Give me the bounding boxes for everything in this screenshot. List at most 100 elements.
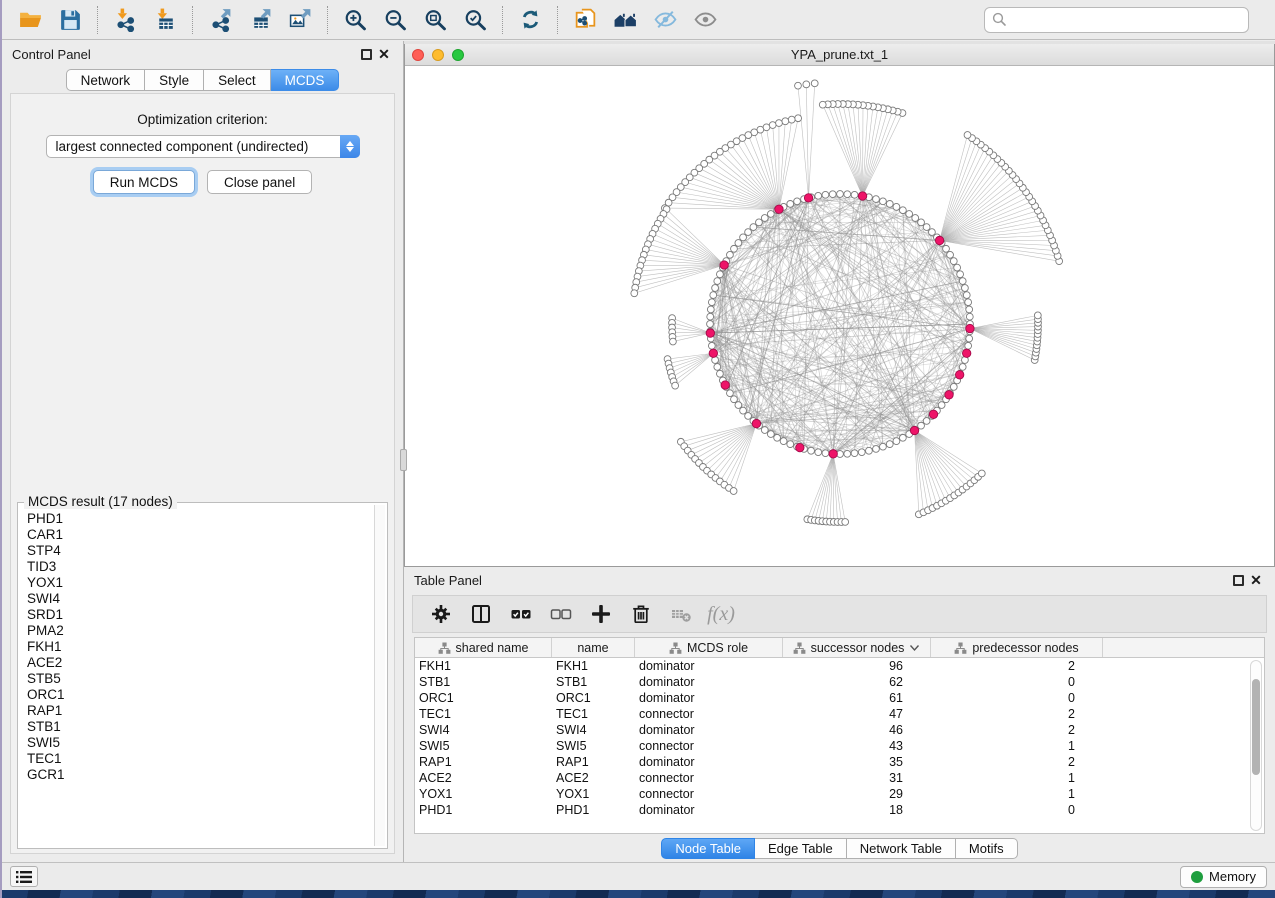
mcds-result-item[interactable]: CAR1 [20, 527, 373, 543]
zoom-in-button[interactable] [335, 4, 375, 36]
network-graph[interactable] [405, 66, 1274, 565]
destroy-table-button [663, 598, 699, 630]
select-all-button[interactable] [503, 598, 539, 630]
table-toolbar: f(x) [412, 595, 1267, 633]
delete-column-icon [629, 602, 653, 626]
network-window-title: YPA_prune.txt_1 [405, 47, 1274, 62]
mcds-result-item[interactable]: YOX1 [20, 575, 373, 591]
clone-network-button[interactable] [565, 4, 605, 36]
search-box[interactable] [984, 7, 1249, 33]
table-row[interactable]: STB1STB1dominator620 [415, 674, 1264, 690]
import-network-button[interactable] [105, 4, 145, 36]
table-row[interactable]: ORC1ORC1dominator610 [415, 690, 1264, 706]
memory-button[interactable]: Memory [1180, 866, 1267, 888]
mcds-result-item[interactable]: ORC1 [20, 687, 373, 703]
mcds-result-item[interactable]: ACE2 [20, 655, 373, 671]
import-table-button[interactable] [145, 4, 185, 36]
mcds-result-item[interactable]: FKH1 [20, 639, 373, 655]
table-cell: FKH1 [415, 659, 552, 673]
export-network-icon [208, 7, 233, 32]
sort-descending-icon [909, 644, 920, 652]
table-row[interactable]: ACE2ACE2connector311 [415, 770, 1264, 786]
column-header-name[interactable]: name [552, 638, 635, 657]
result-list-scrollbar[interactable] [374, 505, 385, 846]
column-header-successor-nodes[interactable]: successor nodes [783, 638, 931, 657]
show-all-button[interactable] [685, 4, 725, 36]
export-table-button[interactable] [240, 4, 280, 36]
delete-column-button[interactable] [623, 598, 659, 630]
mcds-result-item[interactable]: TEC1 [20, 751, 373, 767]
close-panel-button[interactable]: ✕ [375, 45, 393, 63]
table-cell: SWI5 [552, 739, 635, 753]
table-row[interactable]: SWI4SWI4dominator462 [415, 722, 1264, 738]
first-neighbors-button[interactable] [605, 4, 645, 36]
table-cell: ACE2 [415, 771, 552, 785]
select-all-icon [509, 602, 533, 626]
table-row[interactable]: RAP1RAP1dominator352 [415, 754, 1264, 770]
table-cell: RAP1 [552, 755, 635, 769]
mcds-result-item[interactable]: RAP1 [20, 703, 373, 719]
network-canvas[interactable] [405, 66, 1274, 566]
mcds-result-item[interactable]: STB1 [20, 719, 373, 735]
function-builder-button: f(x) [703, 598, 739, 630]
mcds-result-title: MCDS result (17 nodes) [24, 494, 177, 509]
float-table-panel-button[interactable] [1229, 571, 1247, 589]
table-cell: SWI4 [552, 723, 635, 737]
dropdown-value: largest connected component (undirected) [47, 139, 340, 154]
mcds-result-item[interactable]: SWI5 [20, 735, 373, 751]
tab-network[interactable]: Network [66, 69, 146, 91]
tab-style[interactable]: Style [145, 69, 204, 91]
toolbar-icons [10, 4, 725, 36]
mcds-result-item[interactable]: STB5 [20, 671, 373, 687]
table-row[interactable]: YOX1YOX1connector291 [415, 786, 1264, 802]
mcds-result-box: MCDS result (17 nodes) PHD1CAR1STP4TID3Y… [17, 502, 388, 849]
tab-mcds[interactable]: MCDS [271, 69, 340, 91]
refresh-view-button[interactable] [510, 4, 550, 36]
close-panel-button-mcds[interactable]: Close panel [207, 170, 312, 194]
column-header-shared-name[interactable]: shared name [415, 638, 552, 657]
mcds-result-item[interactable]: TID3 [20, 559, 373, 575]
tab-edge-table[interactable]: Edge Table [755, 838, 847, 859]
open-file-button[interactable] [10, 4, 50, 36]
zoom-out-button[interactable] [375, 4, 415, 36]
add-column-button[interactable] [583, 598, 619, 630]
save-session-icon [58, 7, 83, 32]
column-header-MCDS-role[interactable]: MCDS role [635, 638, 783, 657]
task-history-button[interactable] [10, 866, 38, 887]
save-session-button[interactable] [50, 4, 90, 36]
mcds-result-item[interactable]: STP4 [20, 543, 373, 559]
tab-select[interactable]: Select [204, 69, 271, 91]
table-row[interactable]: FKH1FKH1dominator962 [415, 658, 1264, 674]
mcds-result-item[interactable]: PMA2 [20, 623, 373, 639]
deselect-all-button[interactable] [543, 598, 579, 630]
mcds-result-item[interactable]: SRD1 [20, 607, 373, 623]
mcds-result-item[interactable]: GCR1 [20, 767, 373, 783]
mcds-result-item[interactable]: SWI4 [20, 591, 373, 607]
hide-selected-button[interactable] [645, 4, 685, 36]
panel-splitter-handle[interactable] [400, 449, 407, 471]
column-settings-button[interactable] [423, 598, 459, 630]
column-header-predecessor-nodes[interactable]: predecessor nodes [931, 638, 1103, 657]
zoom-fit-button[interactable] [415, 4, 455, 36]
close-table-panel-button[interactable]: ✕ [1247, 571, 1265, 589]
tab-node-table[interactable]: Node Table [661, 838, 755, 859]
tab-motifs[interactable]: Motifs [956, 838, 1018, 859]
mcds-result-item[interactable]: PHD1 [20, 511, 373, 527]
show-column-panel-button[interactable] [463, 598, 499, 630]
table-cell: 2 [931, 707, 1103, 721]
tab-network-table[interactable]: Network Table [847, 838, 956, 859]
table-cell: SWI4 [415, 723, 552, 737]
table-scrollbar-thumb[interactable] [1252, 679, 1260, 775]
table-scrollbar[interactable] [1250, 660, 1262, 831]
run-mcds-button[interactable]: Run MCDS [93, 170, 195, 194]
table-row[interactable]: PHD1PHD1dominator180 [415, 802, 1264, 818]
zoom-selected-button[interactable] [455, 4, 495, 36]
export-image-button[interactable] [280, 4, 320, 36]
table-row[interactable]: SWI5SWI5connector431 [415, 738, 1264, 754]
export-network-button[interactable] [200, 4, 240, 36]
list-icon [15, 870, 33, 884]
table-row[interactable]: TEC1TEC1connector472 [415, 706, 1264, 722]
optimization-criterion-dropdown[interactable]: largest connected component (undirected) [46, 135, 360, 158]
float-panel-button[interactable] [357, 45, 375, 63]
search-input[interactable] [1012, 10, 1241, 30]
